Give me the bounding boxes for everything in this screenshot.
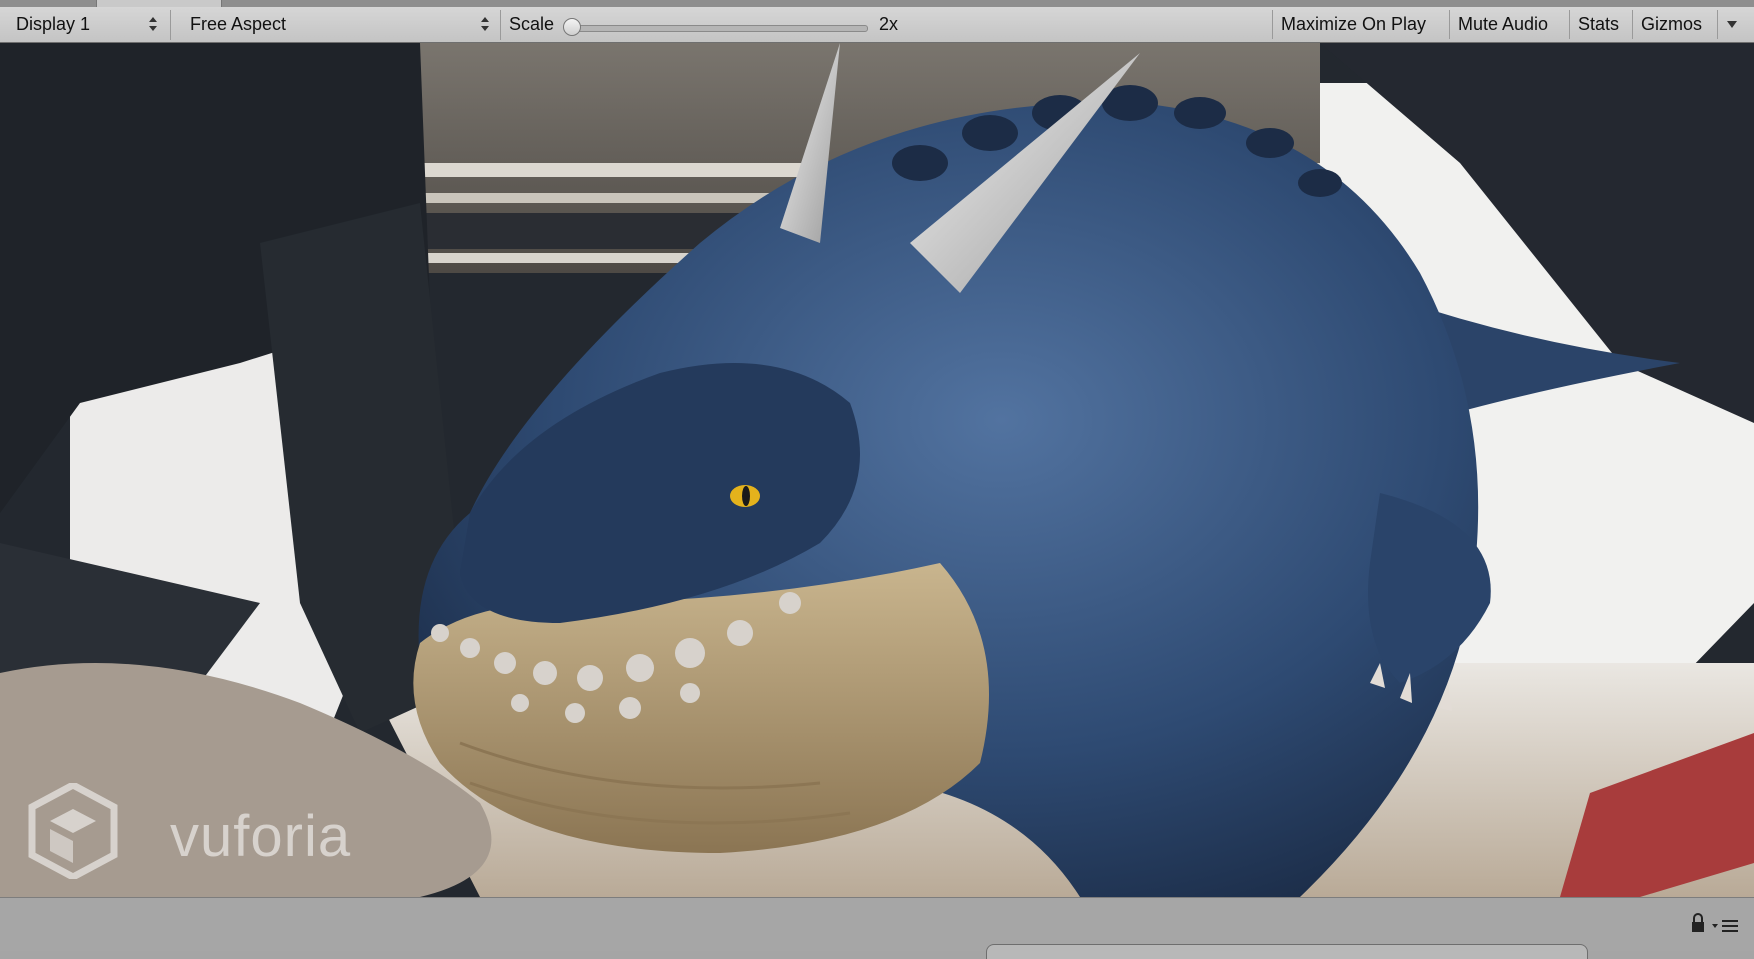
search-field[interactable] — [986, 944, 1588, 959]
dropdown-arrows-icon — [149, 17, 157, 31]
scale-slider-thumb[interactable] — [563, 18, 581, 36]
game-tab[interactable] — [96, 0, 222, 7]
toolbar-divider — [500, 10, 501, 40]
maximize-on-play-label: Maximize On Play — [1281, 14, 1427, 34]
bottom-panel — [0, 897, 1754, 959]
mute-audio-label: Mute Audio — [1458, 14, 1549, 34]
display-dropdown[interactable]: Display 1 — [6, 10, 164, 39]
gizmos-button[interactable]: Gizmos — [1632, 10, 1727, 39]
game-view-toolbar: Display 1 Free Aspect Scale 2x Maximize … — [0, 7, 1754, 43]
lock-icon[interactable] — [1692, 913, 1704, 932]
scale-slider-track[interactable] — [568, 25, 868, 32]
dropdown-arrows-icon — [481, 17, 489, 31]
stats-label: Stats — [1578, 14, 1620, 34]
stats-button[interactable]: Stats — [1569, 10, 1636, 39]
display-dropdown-label: Display 1 — [16, 14, 91, 34]
gizmos-label: Gizmos — [1641, 14, 1703, 34]
scale-label: Scale — [509, 14, 555, 34]
panel-controls — [1692, 913, 1738, 932]
camera-feed-image — [0, 43, 1754, 897]
mute-audio-button[interactable]: Mute Audio — [1449, 10, 1567, 39]
vuforia-watermark: vuforia — [28, 783, 388, 893]
menu-icon[interactable] — [1712, 920, 1738, 932]
scale-value: 2x — [879, 14, 899, 34]
aspect-dropdown-label: Free Aspect — [190, 14, 287, 34]
toolbar-divider — [170, 10, 171, 40]
maximize-on-play-button[interactable]: Maximize On Play — [1272, 10, 1447, 39]
game-viewport[interactable]: vuforia — [0, 43, 1754, 897]
aspect-dropdown[interactable]: Free Aspect — [180, 10, 496, 39]
vuforia-logo-icon — [28, 783, 118, 879]
gizmos-dropdown[interactable] — [1717, 10, 1745, 39]
chevron-down-icon — [1727, 21, 1737, 28]
vuforia-wordmark: vuforia — [170, 804, 352, 869]
